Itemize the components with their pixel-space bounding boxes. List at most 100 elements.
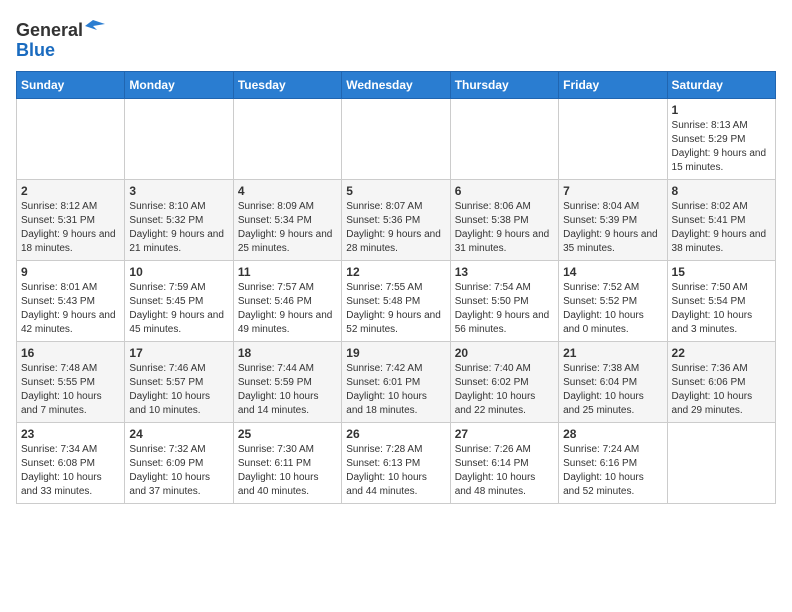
day-cell: [450, 98, 558, 179]
day-number: 23: [21, 427, 120, 441]
day-info: Sunrise: 7:30 AM Sunset: 6:11 PM Dayligh…: [238, 443, 337, 499]
day-cell: 13 Sunrise: 7:54 AM Sunset: 5:50 PM Dayli…: [450, 260, 558, 341]
weekday-tuesday: Tuesday: [233, 71, 341, 98]
day-cell: 16Sunrise: 7:48 AM Sunset: 5:55 PM Dayli…: [17, 341, 125, 422]
day-cell: 20 Sunrise: 7:40 AM Sunset: 6:02 PM Dayli…: [450, 341, 558, 422]
day-number: 15: [672, 265, 771, 279]
weekday-monday: Monday: [125, 71, 233, 98]
week-row-3: 9 Sunrise: 8:01 AM Sunset: 5:43 PM Daylig…: [17, 260, 776, 341]
day-number: 2: [21, 184, 120, 198]
day-cell: 5 Sunrise: 8:07 AM Sunset: 5:36 PM Daylig…: [342, 179, 450, 260]
day-cell: [17, 98, 125, 179]
day-cell: [667, 422, 775, 503]
day-number: 19: [346, 346, 445, 360]
day-info: Sunrise: 7:50 AM Sunset: 5:54 PM Dayligh…: [672, 281, 771, 337]
day-cell: 19 Sunrise: 7:42 AM Sunset: 6:01 PM Dayli…: [342, 341, 450, 422]
day-number: 22: [672, 346, 771, 360]
day-number: 4: [238, 184, 337, 198]
day-cell: 24 Sunrise: 7:32 AM Sunset: 6:09 PM Dayli…: [125, 422, 233, 503]
day-cell: [125, 98, 233, 179]
day-number: 1: [672, 103, 771, 117]
day-number: 11: [238, 265, 337, 279]
day-cell: 14 Sunrise: 7:52 AM Sunset: 5:52 PM Dayli…: [559, 260, 667, 341]
day-number: 7: [563, 184, 662, 198]
day-cell: 8 Sunrise: 8:02 AM Sunset: 5:41 PM Daylig…: [667, 179, 775, 260]
day-number: 9: [21, 265, 120, 279]
day-cell: 12Sunrise: 7:55 AM Sunset: 5:48 PM Dayli…: [342, 260, 450, 341]
day-info: Sunrise: 7:52 AM Sunset: 5:52 PM Dayligh…: [563, 281, 662, 337]
day-cell: [559, 98, 667, 179]
day-info: Sunrise: 8:02 AM Sunset: 5:41 PM Dayligh…: [672, 200, 771, 256]
week-row-5: 23 Sunrise: 7:34 AM Sunset: 6:08 PM Dayli…: [17, 422, 776, 503]
day-info: Sunrise: 8:09 AM Sunset: 5:34 PM Dayligh…: [238, 200, 337, 256]
page-header: General Blue: [16, 16, 776, 61]
day-cell: 26Sunrise: 7:28 AM Sunset: 6:13 PM Dayli…: [342, 422, 450, 503]
day-number: 6: [455, 184, 554, 198]
day-number: 17: [129, 346, 228, 360]
day-info: Sunrise: 8:10 AM Sunset: 5:32 PM Dayligh…: [129, 200, 228, 256]
day-cell: 22 Sunrise: 7:36 AM Sunset: 6:06 PM Dayli…: [667, 341, 775, 422]
day-info: Sunrise: 7:40 AM Sunset: 6:02 PM Dayligh…: [455, 362, 554, 418]
weekday-thursday: Thursday: [450, 71, 558, 98]
day-number: 10: [129, 265, 228, 279]
day-number: 18: [238, 346, 337, 360]
day-info: Sunrise: 7:28 AM Sunset: 6:13 PM Dayligh…: [346, 443, 445, 499]
day-info: Sunrise: 7:54 AM Sunset: 5:50 PM Dayligh…: [455, 281, 554, 337]
day-number: 27: [455, 427, 554, 441]
week-row-2: 2 Sunrise: 8:12 AM Sunset: 5:31 PM Daylig…: [17, 179, 776, 260]
day-number: 13: [455, 265, 554, 279]
day-info: Sunrise: 7:42 AM Sunset: 6:01 PM Dayligh…: [346, 362, 445, 418]
day-info: Sunrise: 7:32 AM Sunset: 6:09 PM Dayligh…: [129, 443, 228, 499]
day-cell: 6 Sunrise: 8:06 AM Sunset: 5:38 PM Daylig…: [450, 179, 558, 260]
weekday-wednesday: Wednesday: [342, 71, 450, 98]
day-number: 3: [129, 184, 228, 198]
day-number: 14: [563, 265, 662, 279]
logo-blue: Blue: [16, 40, 55, 60]
day-info: Sunrise: 7:34 AM Sunset: 6:08 PM Dayligh…: [21, 443, 120, 499]
day-cell: 2 Sunrise: 8:12 AM Sunset: 5:31 PM Daylig…: [17, 179, 125, 260]
day-number: 5: [346, 184, 445, 198]
day-info: Sunrise: 8:07 AM Sunset: 5:36 PM Dayligh…: [346, 200, 445, 256]
day-cell: 9 Sunrise: 8:01 AM Sunset: 5:43 PM Daylig…: [17, 260, 125, 341]
day-info: Sunrise: 7:38 AM Sunset: 6:04 PM Dayligh…: [563, 362, 662, 418]
day-info: Sunrise: 8:01 AM Sunset: 5:43 PM Dayligh…: [21, 281, 120, 337]
day-cell: [342, 98, 450, 179]
day-cell: 18 Sunrise: 7:44 AM Sunset: 5:59 PM Dayli…: [233, 341, 341, 422]
weekday-friday: Friday: [559, 71, 667, 98]
weekday-saturday: Saturday: [667, 71, 775, 98]
day-number: 8: [672, 184, 771, 198]
logo-bird-icon: [85, 16, 105, 36]
day-info: Sunrise: 7:48 AM Sunset: 5:55 PM Dayligh…: [21, 362, 120, 418]
day-cell: 7 Sunrise: 8:04 AM Sunset: 5:39 PM Daylig…: [559, 179, 667, 260]
day-cell: 21 Sunrise: 7:38 AM Sunset: 6:04 PM Dayli…: [559, 341, 667, 422]
day-info: Sunrise: 7:44 AM Sunset: 5:59 PM Dayligh…: [238, 362, 337, 418]
day-info: Sunrise: 8:04 AM Sunset: 5:39 PM Dayligh…: [563, 200, 662, 256]
day-info: Sunrise: 7:24 AM Sunset: 6:16 PM Dayligh…: [563, 443, 662, 499]
day-number: 20: [455, 346, 554, 360]
day-cell: 27 Sunrise: 7:26 AM Sunset: 6:14 PM Dayli…: [450, 422, 558, 503]
day-number: 25: [238, 427, 337, 441]
day-info: Sunrise: 7:57 AM Sunset: 5:46 PM Dayligh…: [238, 281, 337, 337]
day-cell: 11 Sunrise: 7:57 AM Sunset: 5:46 PM Dayli…: [233, 260, 341, 341]
logo-general: General: [16, 20, 83, 40]
day-cell: 17 Sunrise: 7:46 AM Sunset: 5:57 PM Dayli…: [125, 341, 233, 422]
day-cell: 28 Sunrise: 7:24 AM Sunset: 6:16 PM Dayli…: [559, 422, 667, 503]
day-info: Sunrise: 8:13 AM Sunset: 5:29 PM Dayligh…: [672, 119, 771, 175]
day-info: Sunrise: 7:26 AM Sunset: 6:14 PM Dayligh…: [455, 443, 554, 499]
week-row-4: 16Sunrise: 7:48 AM Sunset: 5:55 PM Dayli…: [17, 341, 776, 422]
day-cell: 4 Sunrise: 8:09 AM Sunset: 5:34 PM Daylig…: [233, 179, 341, 260]
day-info: Sunrise: 7:36 AM Sunset: 6:06 PM Dayligh…: [672, 362, 771, 418]
day-cell: 15 Sunrise: 7:50 AM Sunset: 5:54 PM Dayli…: [667, 260, 775, 341]
day-info: Sunrise: 8:06 AM Sunset: 5:38 PM Dayligh…: [455, 200, 554, 256]
day-number: 28: [563, 427, 662, 441]
day-cell: 3 Sunrise: 8:10 AM Sunset: 5:32 PM Daylig…: [125, 179, 233, 260]
day-number: 12: [346, 265, 445, 279]
day-info: Sunrise: 8:12 AM Sunset: 5:31 PM Dayligh…: [21, 200, 120, 256]
day-cell: 10Sunrise: 7:59 AM Sunset: 5:45 PM Dayli…: [125, 260, 233, 341]
day-info: Sunrise: 7:46 AM Sunset: 5:57 PM Dayligh…: [129, 362, 228, 418]
day-cell: 25 Sunrise: 7:30 AM Sunset: 6:11 PM Dayli…: [233, 422, 341, 503]
day-cell: 1 Sunrise: 8:13 AM Sunset: 5:29 PM Daylig…: [667, 98, 775, 179]
day-number: 24: [129, 427, 228, 441]
day-cell: [233, 98, 341, 179]
day-number: 21: [563, 346, 662, 360]
